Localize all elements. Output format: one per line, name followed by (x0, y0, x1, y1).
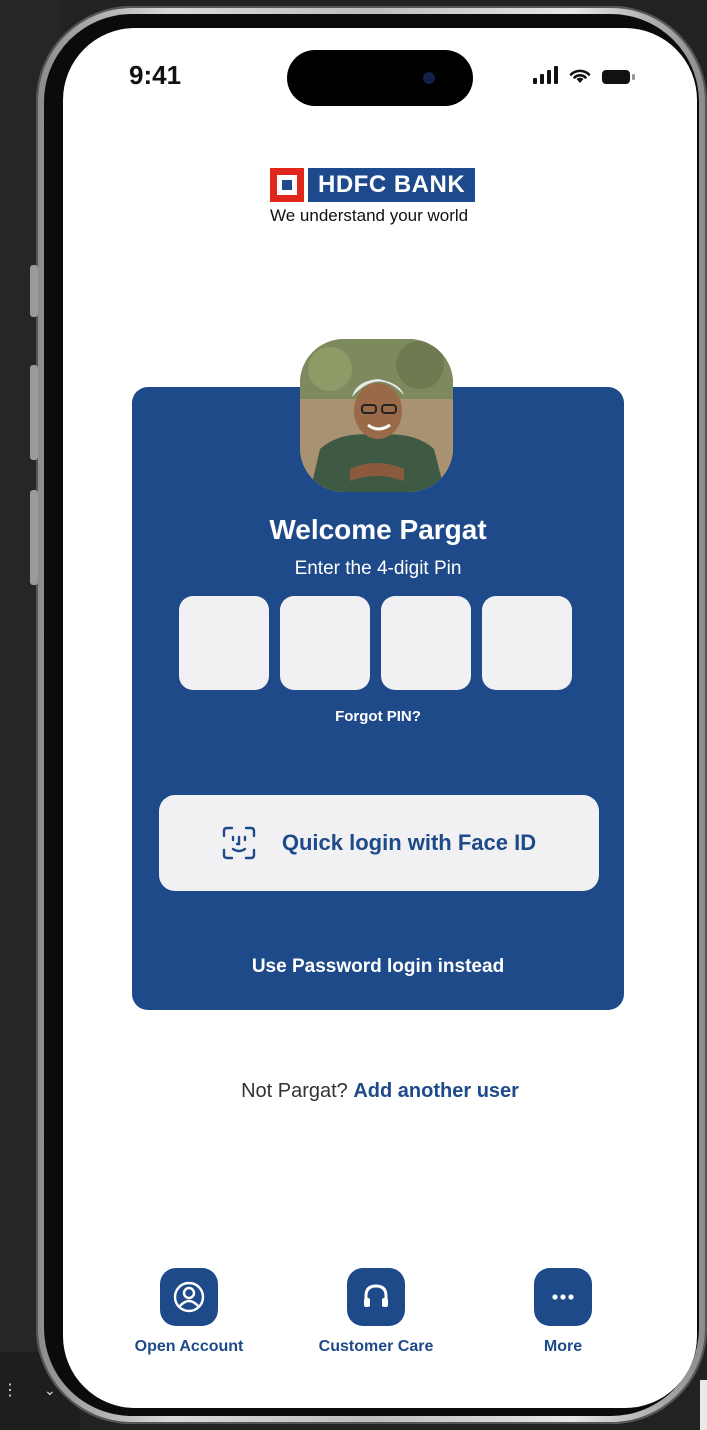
status-icons (533, 64, 635, 84)
add-another-user-link[interactable]: Add another user (353, 1080, 519, 1102)
cellular-signal-icon (533, 66, 558, 84)
more-dots-icon (534, 1268, 592, 1326)
pin-digit-2[interactable] (280, 596, 370, 690)
pin-prompt: Enter the 4-digit Pin (294, 558, 462, 579)
password-login-link[interactable]: Use Password login instead (132, 956, 624, 978)
person-circle-icon (160, 1268, 218, 1326)
forgot-pin-link[interactable]: Forgot PIN? (132, 708, 624, 725)
volume-down-button (30, 490, 38, 585)
avatar (300, 339, 453, 492)
customer-care-button[interactable]: Customer Care (301, 1268, 451, 1356)
face-id-login-button[interactable]: Quick login with Face ID (159, 795, 599, 891)
logo-tagline: We understand your world (270, 206, 469, 225)
dynamic-island (287, 50, 473, 106)
pin-digit-1[interactable] (179, 596, 269, 690)
headset-icon (347, 1268, 405, 1326)
desktop-edge (700, 1380, 707, 1430)
face-id-icon (222, 826, 256, 860)
switch-user-row: Not Pargat? Add another user (63, 1080, 697, 1103)
switch-user-prefix: Not Pargat? (241, 1080, 348, 1102)
hdfc-logo: HDFC BANK (270, 168, 476, 202)
app-screen: 9:41 HDFC BANK We understand your world (63, 28, 697, 1408)
customer-care-label: Customer Care (318, 1338, 434, 1355)
welcome-title: Welcome Pargat (269, 514, 487, 545)
action-button (30, 265, 38, 317)
battery-icon (602, 70, 635, 84)
logo-brand-text: HDFC BANK (308, 168, 476, 202)
more-label: More (543, 1338, 583, 1355)
status-time: 9:41 (129, 60, 182, 90)
taskbar-glyph: ⋮ (2, 1382, 18, 1399)
wifi-icon (569, 69, 591, 83)
open-account-label: Open Account (134, 1338, 244, 1355)
face-id-label: Quick login with Face ID (281, 830, 537, 855)
open-account-button[interactable]: Open Account (114, 1268, 264, 1356)
pin-digit-3[interactable] (381, 596, 471, 690)
volume-up-button (30, 365, 38, 460)
pin-digit-4[interactable] (482, 596, 572, 690)
more-button[interactable]: More (488, 1268, 638, 1356)
camera-icon (423, 72, 435, 84)
hdfc-logo-mark (270, 168, 304, 202)
